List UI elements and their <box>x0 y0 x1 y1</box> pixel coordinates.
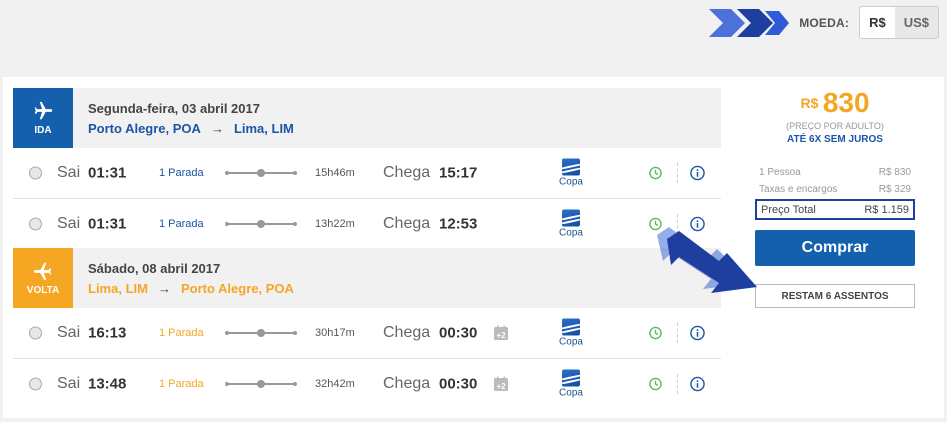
currency-toggle: R$ US$ <box>859 6 939 39</box>
outbound-date: Segunda-feira, 03 abril 2017 <box>88 100 260 116</box>
depart-time: 01:31 <box>88 215 127 233</box>
currency-bar: MOEDA: R$ US$ <box>709 6 939 39</box>
price-note: (PREÇO POR ADULTO) <box>786 121 884 131</box>
separator <box>677 374 679 394</box>
stops-line-icon <box>225 329 297 337</box>
installments-link[interactable]: ATÉ 6X SEM JUROS <box>755 134 915 145</box>
info-icon[interactable] <box>690 165 705 181</box>
depart-label: Sai <box>57 164 81 181</box>
currency-label: MOEDA: <box>799 15 850 30</box>
return-date: Sábado, 08 abril 2017 <box>88 260 221 276</box>
price-amount: 830 <box>822 87 870 118</box>
arrive-time: 00:30 <box>439 324 478 342</box>
outbound-badge-label: IDA <box>34 125 52 136</box>
flight-option[interactable]: Sai 01:31 1 Parada 13h22m Chega 12:53 Co… <box>13 199 721 249</box>
separator <box>677 323 679 343</box>
svg-text:+2: +2 <box>496 382 506 391</box>
flight-option[interactable]: Sai 01:31 1 Parada 15h46m Chega 15:17 Co… <box>13 148 721 199</box>
total-value: R$ 1.159 <box>864 203 909 216</box>
duration: 13h22m <box>315 218 355 230</box>
airplane-icon <box>34 101 53 120</box>
pointer-arrow-icon <box>709 8 790 37</box>
flight-radio[interactable] <box>29 326 42 340</box>
return-destination: Porto Alegre, POA <box>180 280 294 296</box>
duration: 32h42m <box>315 378 355 390</box>
return-header: VOLTA Sábado, 08 abril 2017 Lima, LIM → … <box>13 248 721 308</box>
airline-logo: Copa <box>558 209 584 239</box>
total-row: Preço Total R$ 1.159 <box>755 199 915 220</box>
info-icon[interactable] <box>690 325 705 341</box>
depart-time: 13:48 <box>88 375 127 393</box>
depart-time: 01:31 <box>88 164 127 182</box>
itinerary-card: IDA Segunda-feira, 03 abril 2017 Porto A… <box>3 77 944 418</box>
outbound-badge: IDA <box>13 88 73 148</box>
flight-option[interactable]: Sai 13:48 1 Parada 32h42m Chega 00:30 +2… <box>13 359 721 409</box>
arrive-time: 00:30 <box>439 375 478 393</box>
info-icon[interactable] <box>690 376 705 392</box>
stops-line-icon <box>225 169 297 177</box>
depart-label: Sai <box>57 375 81 392</box>
next-day-plus2-icon: +2 <box>494 325 508 340</box>
flight-option[interactable]: Sai 16:13 1 Parada 30h17m Chega 00:30 +2… <box>13 308 721 359</box>
pointer-arrow-icon <box>657 227 757 293</box>
return-badge-label: VOLTA <box>26 285 60 296</box>
airline-logo: Copa <box>558 369 584 399</box>
arrive-time: 15:17 <box>439 164 478 182</box>
currency-brl-button[interactable]: R$ <box>860 7 895 38</box>
stops-label: 1 Parada <box>159 378 204 390</box>
clock-icon[interactable] <box>649 166 662 180</box>
arrive-label: Chega <box>383 215 431 232</box>
flight-radio[interactable] <box>29 377 42 391</box>
clock-icon[interactable] <box>649 326 662 340</box>
outbound-header: IDA Segunda-feira, 03 abril 2017 Porto A… <box>13 88 721 148</box>
breakdown-value: R$ 329 <box>878 184 911 195</box>
stops-line-icon <box>225 380 297 388</box>
depart-label: Sai <box>57 215 81 232</box>
stops-line-icon <box>225 220 297 228</box>
stops-label: 1 Parada <box>159 218 204 230</box>
breakdown-label: 1 Pessoa <box>759 167 801 178</box>
outbound-destination: Lima, LIM <box>233 120 294 136</box>
separator <box>677 163 679 183</box>
route-arrow-icon: → <box>157 280 171 296</box>
flight-radio[interactable] <box>29 217 42 231</box>
return-origin: Lima, LIM <box>88 280 148 296</box>
breakdown-label: Taxas e encargos <box>759 184 838 195</box>
arrive-label: Chega <box>383 324 431 341</box>
depart-time: 16:13 <box>88 324 127 342</box>
breakdown-row: 1 Pessoa R$ 830 <box>755 164 915 181</box>
arrive-label: Chega <box>383 164 431 181</box>
price-breakdown: 1 Pessoa R$ 830 Taxas e encargos R$ 329 … <box>755 164 915 220</box>
airline-logo: Copa <box>558 158 584 188</box>
buy-button[interactable]: Comprar <box>755 230 915 266</box>
arrive-time: 12:53 <box>439 215 478 233</box>
route-arrow-icon: → <box>210 120 224 136</box>
return-badge: VOLTA <box>13 248 73 308</box>
clock-icon[interactable] <box>649 377 662 391</box>
breakdown-value: R$ 830 <box>878 167 911 178</box>
duration: 15h46m <box>315 167 355 179</box>
flight-radio[interactable] <box>29 166 42 180</box>
airline-logo: Copa <box>558 318 584 348</box>
stops-label: 1 Parada <box>159 167 204 179</box>
airplane-icon <box>33 262 52 281</box>
total-label: Preço Total <box>761 203 816 216</box>
next-day-plus2-icon: +2 <box>494 376 508 391</box>
breakdown-row: Taxas e encargos R$ 329 <box>755 181 915 198</box>
price-currency: R$ <box>800 95 819 111</box>
price: R$ 830 <box>755 87 915 119</box>
stops-label: 1 Parada <box>159 327 204 339</box>
price-summary: R$ 830 (PREÇO POR ADULTO) ATÉ 6X SEM JUR… <box>755 87 915 308</box>
svg-text:+2: +2 <box>496 331 506 340</box>
currency-usd-button[interactable]: US$ <box>895 7 938 38</box>
outbound-origin: Porto Alegre, POA <box>88 120 201 136</box>
duration: 30h17m <box>315 327 355 339</box>
arrive-label: Chega <box>383 375 431 392</box>
depart-label: Sai <box>57 324 81 341</box>
seats-remaining-badge: RESTAM 6 ASSENTOS <box>755 284 915 308</box>
